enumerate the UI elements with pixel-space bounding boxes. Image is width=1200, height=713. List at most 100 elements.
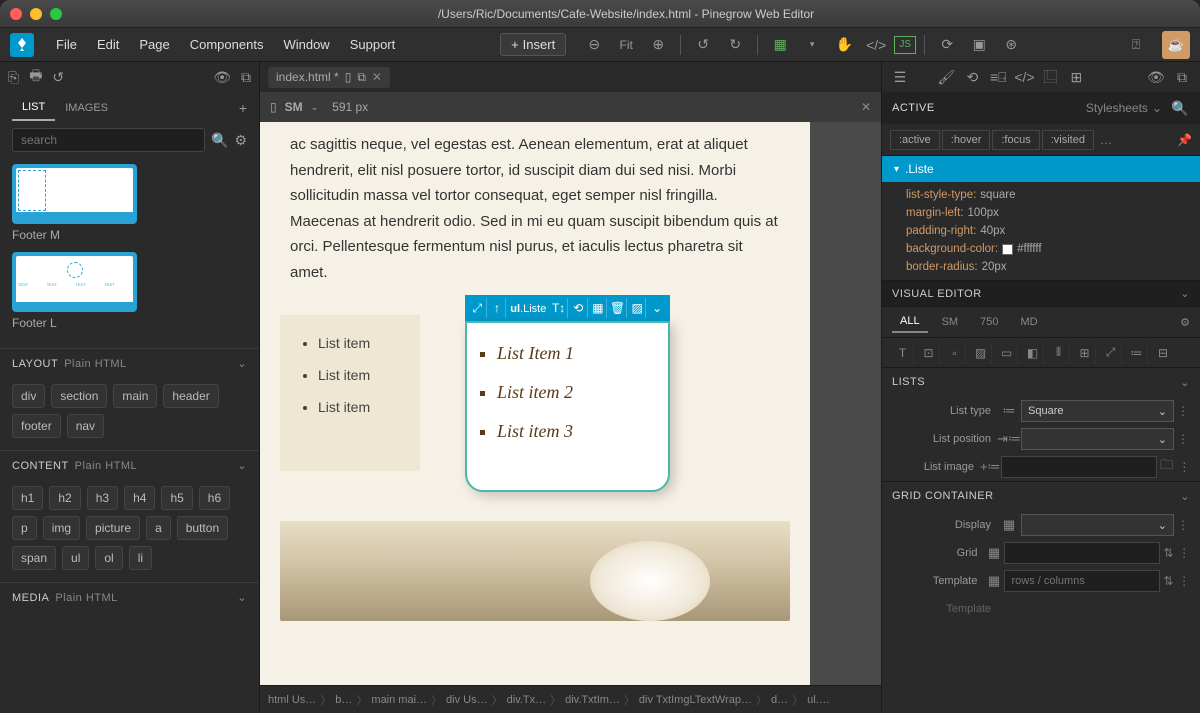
tag-item-div[interactable]: div bbox=[12, 384, 45, 408]
ve-box-icon[interactable]: ⊡ bbox=[918, 342, 940, 364]
tag-item-h6[interactable]: h6 bbox=[199, 486, 230, 510]
list-item[interactable]: List item bbox=[318, 399, 400, 415]
pin-icon[interactable]: 📌 bbox=[1177, 133, 1192, 147]
color-swatch[interactable] bbox=[1002, 244, 1013, 255]
refresh-icon[interactable]: ⟳ bbox=[933, 31, 961, 59]
stylesheets-dropdown[interactable]: Stylesheets ⌄ bbox=[1086, 101, 1162, 115]
link-icon[interactable]: ⟲ bbox=[570, 298, 588, 318]
grid-prop-icon[interactable]: ▦ bbox=[983, 545, 1004, 561]
breakpoint-label[interactable]: SM bbox=[285, 100, 303, 114]
breadcrumb-item[interactable]: html Us… bbox=[268, 694, 316, 706]
left-tab-images[interactable]: IMAGES bbox=[55, 96, 118, 120]
coffee-icon[interactable]: ☕ bbox=[1162, 31, 1190, 59]
ve-border-icon[interactable]: ▭ bbox=[996, 342, 1018, 364]
list-image-input[interactable] bbox=[1001, 456, 1157, 478]
add-tab-icon[interactable]: + bbox=[239, 100, 247, 116]
panel-copy-icon[interactable]: ⧉ bbox=[241, 69, 251, 86]
menu-page[interactable]: Page bbox=[131, 33, 177, 56]
tag-item-ol[interactable]: ol bbox=[95, 546, 122, 570]
components-icon[interactable]: ⿺ bbox=[1040, 67, 1060, 87]
search-icon[interactable]: 🔍 bbox=[211, 132, 228, 149]
document-tab[interactable]: index.html * ▯ ⧉ ✕ bbox=[268, 67, 390, 88]
lists-section-head[interactable]: LISTS⌄ bbox=[882, 367, 1200, 397]
selected-element[interactable]: ⤢ ↑ ul.Liste T↕ ⟲ ▦ 🗑 ▨ ⌄ List Item 1Lis… bbox=[465, 295, 670, 492]
pseudo-active[interactable]: :active bbox=[890, 130, 940, 150]
menu-support[interactable]: Support bbox=[342, 33, 404, 56]
pseudo-more-icon[interactable]: … bbox=[1100, 133, 1112, 147]
search-input[interactable] bbox=[12, 128, 205, 152]
tag-item-a[interactable]: a bbox=[146, 516, 171, 540]
list-type-icon[interactable]: ≔ bbox=[997, 403, 1021, 419]
ve-grid-icon[interactable]: ⊞ bbox=[1074, 342, 1096, 364]
breakpoint-dropdown-icon[interactable]: ⌄ bbox=[311, 102, 319, 113]
editor-canvas[interactable]: ac sagittis neque, vel egestas est. Aene… bbox=[260, 122, 810, 685]
prop-more-icon[interactable]: ⋮ bbox=[1176, 574, 1192, 588]
close-window-button[interactable] bbox=[10, 8, 22, 20]
ve-margin-icon[interactable]: ▫ bbox=[944, 342, 966, 364]
prop-more-icon[interactable]: ⋮ bbox=[1174, 404, 1192, 418]
menu-window[interactable]: Window bbox=[275, 33, 337, 56]
code-icon[interactable]: </> bbox=[1014, 69, 1034, 85]
tag-item-li[interactable]: li bbox=[129, 546, 152, 570]
list-item[interactable]: List Item 1 bbox=[497, 343, 648, 364]
hatch-icon[interactable]: ▨ bbox=[629, 298, 647, 318]
template-icon[interactable]: ▦ bbox=[983, 573, 1004, 589]
tag-item-picture[interactable]: picture bbox=[86, 516, 140, 540]
text-edit-icon[interactable]: T↕ bbox=[550, 298, 568, 318]
history-icon[interactable]: ⟲ bbox=[962, 69, 982, 86]
tag-item-button[interactable]: button bbox=[177, 516, 228, 540]
list-item[interactable]: List item 3 bbox=[497, 421, 648, 442]
styled-list-block[interactable]: List Item 1 List item 2 List item 3 bbox=[465, 321, 670, 492]
accordion-content[interactable]: CONTENTPlain HTML⌄ bbox=[0, 450, 259, 480]
minimize-window-button[interactable] bbox=[30, 8, 42, 20]
tag-item-h1[interactable]: h1 bbox=[12, 486, 43, 510]
tag-item-nav[interactable]: nav bbox=[67, 414, 104, 438]
list-image-icon[interactable]: +≔ bbox=[980, 459, 1001, 475]
more-dropdown-icon[interactable]: ⌄ bbox=[648, 298, 666, 318]
breadcrumb-item[interactable]: div.Tx… bbox=[507, 694, 547, 706]
display-select[interactable]: ⌄ bbox=[1021, 514, 1174, 536]
tag-item-ul[interactable]: ul bbox=[62, 546, 89, 570]
tag-item-img[interactable]: img bbox=[43, 516, 80, 540]
delete-icon[interactable]: 🗑 bbox=[609, 298, 627, 318]
js-tool-icon[interactable]: JS bbox=[894, 36, 916, 54]
lorem-text[interactable]: ac sagittis neque, vel egestas est. Aene… bbox=[260, 122, 810, 305]
zoom-fit-button[interactable]: Fit bbox=[612, 31, 640, 59]
list-item[interactable]: List item bbox=[318, 367, 400, 383]
display-icon[interactable]: ▦ bbox=[997, 517, 1021, 533]
ve-position-icon[interactable]: ⤢ bbox=[1100, 342, 1122, 364]
stepper-icon[interactable]: ⇅ bbox=[1160, 574, 1176, 588]
grid-tool-icon[interactable]: ▦ bbox=[766, 31, 794, 59]
visual-editor-head[interactable]: VISUAL EDITOR⌄ bbox=[882, 280, 1200, 307]
move-up-icon[interactable]: ↑ bbox=[489, 298, 507, 318]
pseudo-hover[interactable]: :hover bbox=[942, 130, 991, 150]
settings-icon[interactable]: ☰ bbox=[890, 69, 910, 86]
app-logo[interactable] bbox=[10, 33, 34, 57]
accordion-layout[interactable]: LAYOUTPlain HTML⌄ bbox=[0, 348, 259, 378]
search-styles-icon[interactable]: 🔍 bbox=[1170, 100, 1190, 117]
breadcrumb-item[interactable]: div TxtImgLTextWrap… bbox=[639, 694, 752, 706]
prop-more-icon[interactable]: ⋮ bbox=[1177, 460, 1192, 474]
code-tool-icon[interactable]: </> bbox=[862, 31, 890, 59]
thumbnail-footer-m[interactable] bbox=[12, 164, 137, 224]
plugin-icon[interactable]: ⊞ bbox=[1066, 69, 1086, 86]
tag-item-header[interactable]: header bbox=[163, 384, 218, 408]
eye-icon[interactable]: 👁 bbox=[1146, 69, 1166, 86]
breadcrumb-item[interactable]: div Us… bbox=[446, 694, 488, 706]
css-rule[interactable]: list-style-type:square bbox=[906, 186, 1190, 204]
ve-hatch-icon[interactable]: ▨ bbox=[970, 342, 992, 364]
list-item[interactable]: List item 2 bbox=[497, 382, 648, 403]
list-item[interactable]: List item bbox=[318, 335, 400, 351]
left-tab-list[interactable]: LIST bbox=[12, 95, 55, 121]
grid-icon[interactable]: ▦ bbox=[590, 298, 608, 318]
move-handle-icon[interactable]: ⤢ bbox=[469, 298, 487, 318]
breakpoint-all[interactable]: ALL bbox=[892, 311, 928, 333]
ve-list-icon[interactable]: ≔ bbox=[1126, 342, 1148, 364]
panel-print-icon[interactable]: 🖶 bbox=[29, 65, 42, 89]
grid-section-head[interactable]: GRID CONTAINER⌄ bbox=[882, 481, 1200, 511]
tag-item-h5[interactable]: h5 bbox=[161, 486, 192, 510]
grid-dropdown-icon[interactable]: ▾ bbox=[798, 31, 826, 59]
ve-flex-icon[interactable]: ⫴ bbox=[1048, 342, 1070, 364]
breakpoint-sm[interactable]: SM bbox=[934, 312, 967, 332]
css-rule[interactable]: border-radius:20px bbox=[906, 258, 1190, 276]
